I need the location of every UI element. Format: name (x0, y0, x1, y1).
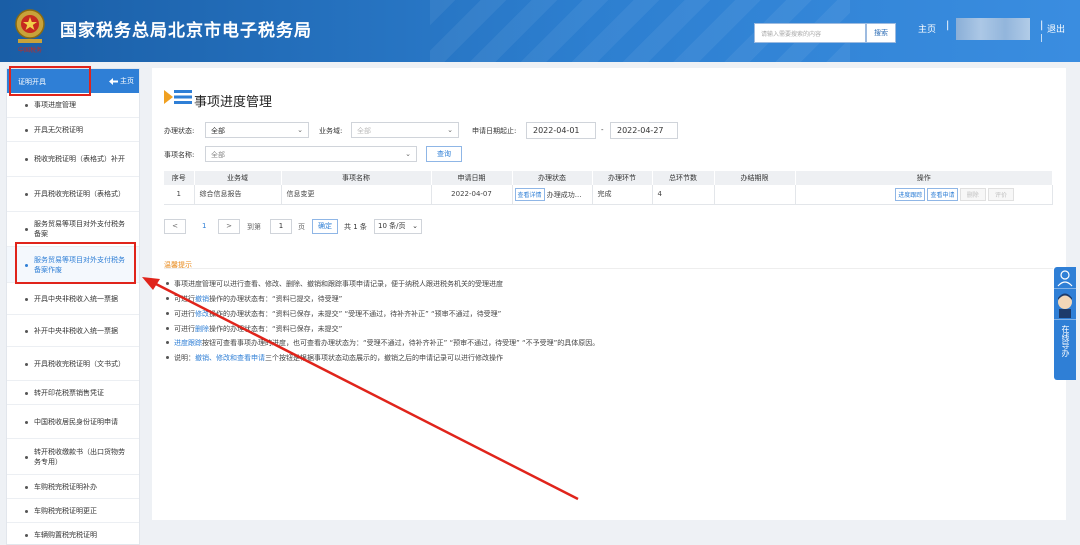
annotation-arrow-icon (142, 277, 579, 501)
